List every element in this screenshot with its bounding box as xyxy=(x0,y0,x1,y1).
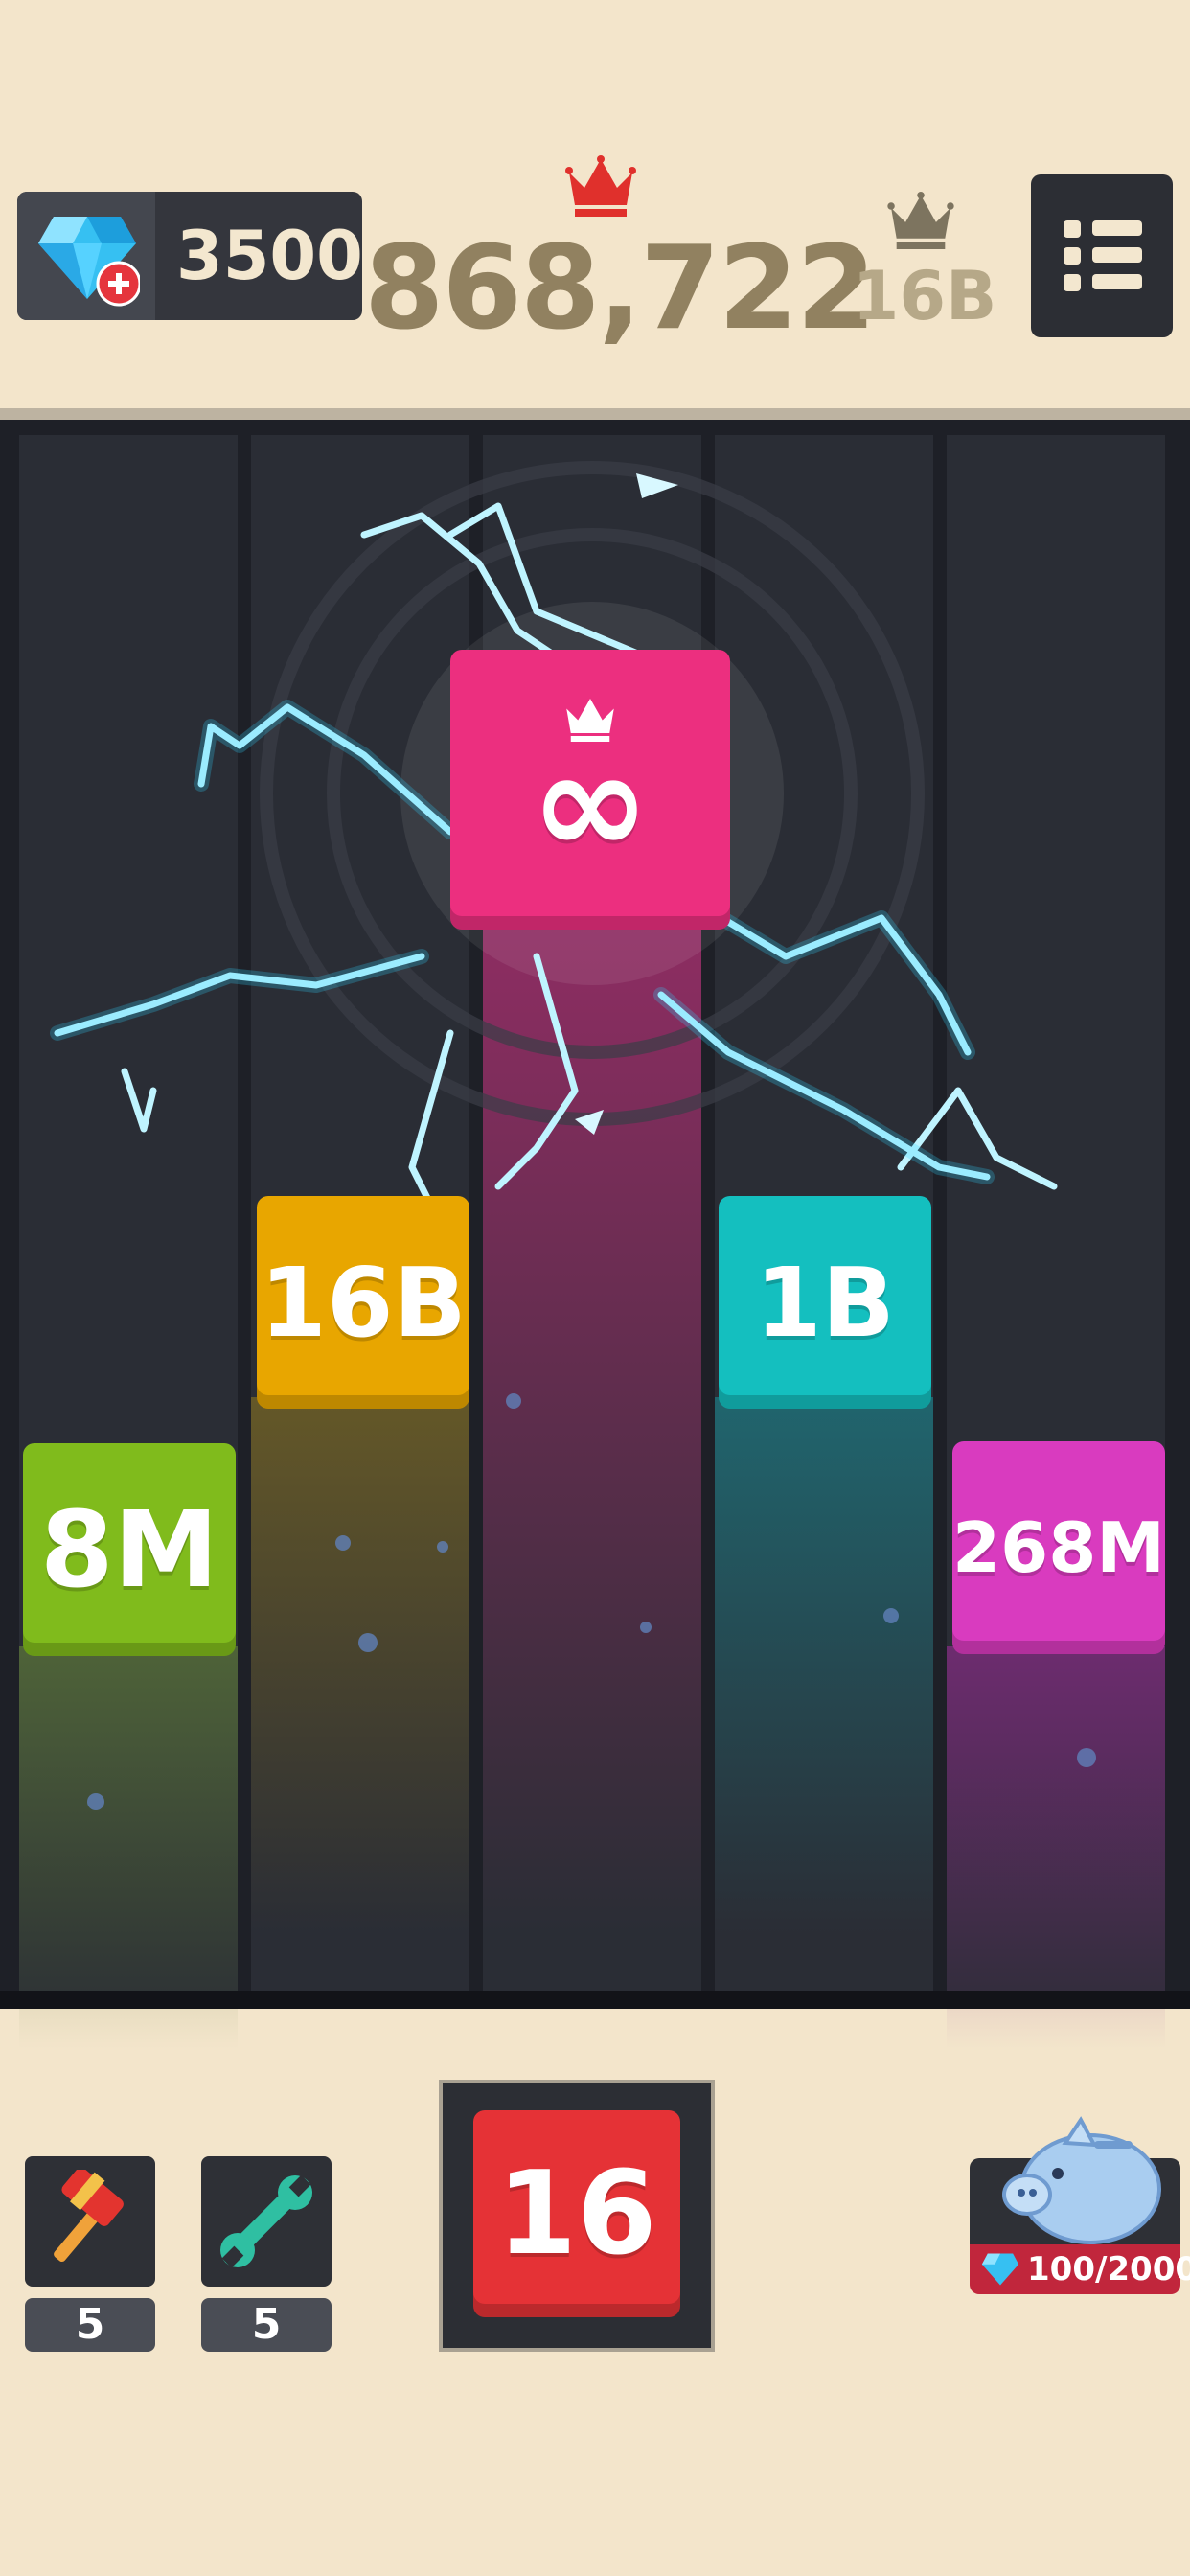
game-board: ∞ 16B 1B 8M 268M xyxy=(0,420,1190,2049)
crown-icon xyxy=(565,155,636,217)
diamond-icon xyxy=(38,217,140,307)
wrench-button[interactable] xyxy=(201,2156,332,2287)
piggy-bank-icon xyxy=(1002,2116,1161,2244)
next-tile: 16 xyxy=(473,2110,680,2317)
diamond-icon xyxy=(981,2253,1019,2286)
header-divider xyxy=(0,408,1190,420)
tile-8m: 8M xyxy=(23,1443,236,1656)
hammer-count: 5 xyxy=(25,2298,155,2352)
tile-label: 16B xyxy=(260,1246,467,1359)
tile-1b: 1B xyxy=(719,1196,931,1409)
max-tile-crown-icon xyxy=(887,192,954,249)
add-gems-button[interactable] xyxy=(17,192,155,320)
menu-button[interactable] xyxy=(1031,174,1173,337)
tile-label: 8M xyxy=(39,1488,218,1611)
max-tile-label: 16B xyxy=(852,257,997,335)
tile-268m: 268M xyxy=(952,1441,1165,1654)
next-tile-label: 16 xyxy=(496,2147,657,2281)
piggy-bank-progress-text: 100/2000 xyxy=(1027,2250,1190,2288)
hammer-button[interactable] xyxy=(25,2156,155,2287)
tile-infinity: ∞ xyxy=(450,650,730,930)
score: 868,722 xyxy=(364,222,877,356)
hammer-icon xyxy=(54,2170,124,2263)
tile-label: ∞ xyxy=(530,721,651,887)
crown-icon xyxy=(566,699,614,742)
tile-16b: 16B xyxy=(257,1196,469,1409)
tile-label: 268M xyxy=(952,1507,1165,1588)
wrench-icon xyxy=(220,2174,312,2268)
wrench-count: 5 xyxy=(201,2298,332,2352)
board-bottom-edge xyxy=(0,1991,1190,2009)
gem-counter[interactable]: 3500 xyxy=(17,192,362,320)
next-tile-frame: 16 xyxy=(439,2080,715,2352)
gem-count: 3500 xyxy=(176,217,362,295)
tile-label: 1B xyxy=(755,1246,895,1359)
